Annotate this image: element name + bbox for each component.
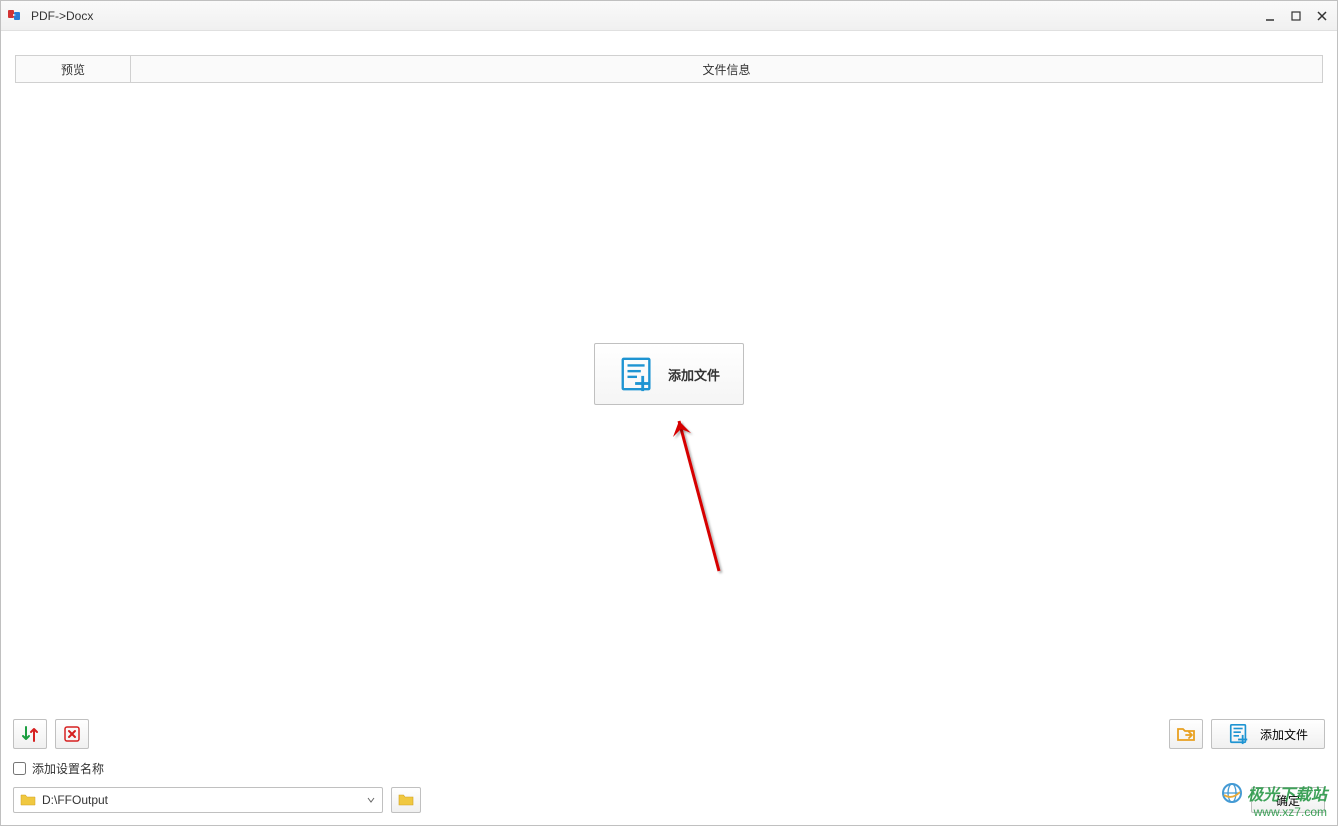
maximize-button[interactable]	[1287, 7, 1305, 25]
add-file-center-button[interactable]: 添加文件	[594, 343, 744, 405]
remove-icon	[62, 724, 82, 744]
add-settings-name-label: 添加设置名称	[32, 760, 104, 777]
window-controls	[1261, 7, 1331, 25]
app-icon	[7, 8, 23, 24]
confirm-button[interactable]: 确定	[1251, 787, 1325, 813]
close-button[interactable]	[1313, 7, 1331, 25]
add-file-button-label: 添加文件	[1260, 726, 1308, 743]
main-content-area: 添加文件	[1, 83, 1337, 713]
output-path-combo[interactable]: D:\FFOutput	[13, 787, 383, 813]
bottom-toolbar: 添加文件	[1, 713, 1337, 755]
checkbox-row: 添加设置名称	[1, 755, 1337, 781]
remove-button[interactable]	[55, 719, 89, 749]
window-title: PDF->Docx	[31, 9, 93, 23]
folder-export-icon	[1176, 724, 1196, 744]
add-file-center-label: 添加文件	[668, 365, 720, 384]
export-folder-button[interactable]	[1169, 719, 1203, 749]
chevron-down-icon[interactable]	[366, 795, 376, 805]
add-file-button[interactable]: 添加文件	[1211, 719, 1325, 749]
sort-icon	[20, 724, 40, 744]
browse-folder-button[interactable]	[391, 787, 421, 813]
tab-fileinfo[interactable]: 文件信息	[131, 55, 1323, 83]
folder-icon	[20, 793, 36, 807]
title-bar: PDF->Docx	[1, 1, 1337, 31]
add-file-icon	[618, 355, 656, 393]
tab-preview[interactable]: 预览	[15, 55, 131, 83]
tab-row: 预览 文件信息	[1, 55, 1337, 83]
folder-icon	[397, 792, 415, 808]
output-path-text: D:\FFOutput	[42, 793, 366, 807]
add-file-small-icon	[1228, 723, 1250, 745]
minimize-button[interactable]	[1261, 7, 1279, 25]
annotation-arrow	[659, 401, 739, 581]
add-settings-name-checkbox[interactable]	[13, 762, 26, 775]
output-row: D:\FFOutput 确定	[1, 781, 1337, 825]
sort-button[interactable]	[13, 719, 47, 749]
